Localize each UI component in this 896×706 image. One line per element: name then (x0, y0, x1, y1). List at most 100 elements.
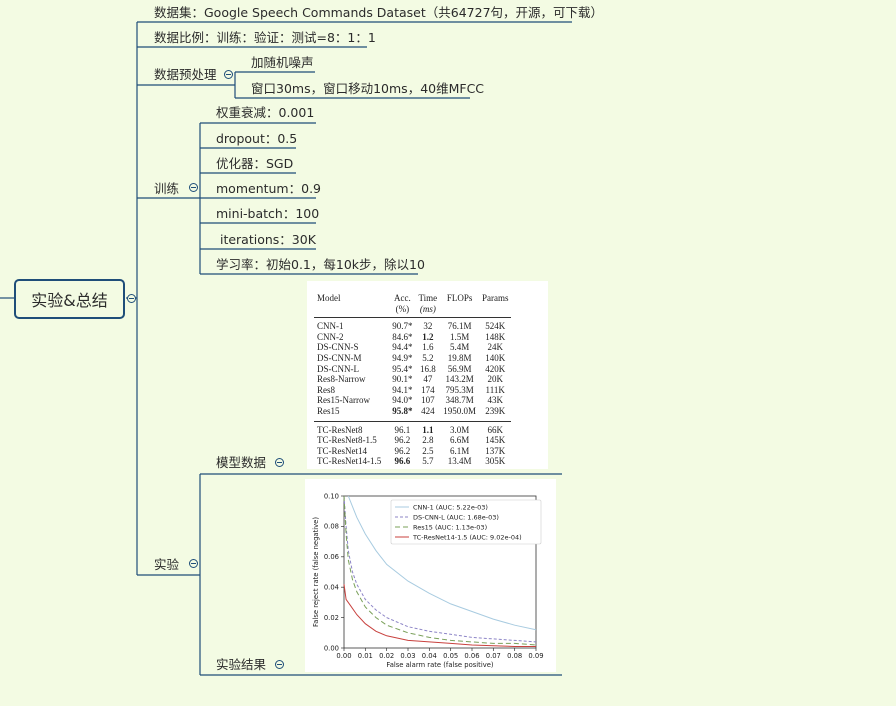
x-tick-label: 0.02 (379, 652, 394, 660)
collapse-model-data-icon[interactable] (275, 458, 284, 467)
roc-chart: 0.00 0.01 0.02 0.03 0.04 0.05 0.06 0.07 0.08 0.09… (312, 492, 544, 669)
table-cell: 2.5 (422, 445, 434, 456)
table-cell: 5.7 (422, 456, 434, 467)
table-cell: 96.2 (394, 435, 411, 446)
x-tick-label: 0.09 (528, 652, 543, 660)
collapse-experiment-icon[interactable] (189, 559, 198, 568)
table-row: CNN-2 84.6* 1.2 1.5M 148K (314, 332, 511, 343)
y-tick-label: 0.10 (324, 492, 339, 500)
table-cell: 96.1 (389, 420, 416, 436)
table-cell: 6.1M (449, 445, 470, 456)
table-row: DS-CNN-L 95.4* 16.8 56.9M 420K (314, 364, 511, 375)
table-cell: 16.8 (419, 363, 436, 374)
table-cell: 66K (478, 420, 512, 436)
table-cell: 94.4* (392, 342, 413, 353)
table-cell: 348.7M (445, 395, 474, 406)
table-cell: 96.2 (394, 445, 411, 456)
root-node[interactable]: 实验&总结 (14, 279, 125, 319)
model-table-image: Model Acc. (%) Time (ms) FLOPs Params CNN-1 90.… (307, 281, 548, 469)
table-cell: 84.6* (392, 331, 413, 342)
table-cell: Res15 (317, 405, 340, 416)
table-cell: 24K (487, 342, 503, 353)
table-cell: 1.5M (449, 331, 470, 342)
table-cell: 3.0M (440, 420, 479, 436)
table-header-cell: Acc. (%) (394, 293, 411, 314)
node-preprocess-mfcc[interactable]: 窗口30ms，窗口移动10ms，40维MFCC (251, 81, 484, 97)
y-tick-label: 0.06 (324, 553, 339, 561)
node-weight-decay[interactable]: 权重衰减：0.001 (216, 105, 314, 121)
table-cell: 90.7* (389, 317, 416, 332)
table-cell: 524K (478, 317, 512, 332)
table-cell: TC-ResNet8-1.5 (317, 435, 377, 446)
node-momentum[interactable]: momentum：0.9 (216, 181, 321, 197)
node-experiment[interactable]: 实验 (154, 557, 179, 573)
table-cell: 1.1 (415, 420, 441, 436)
table-cell: 239K (485, 405, 506, 416)
node-model-data[interactable]: 模型数据 (216, 455, 266, 471)
table-cell: 107 (421, 395, 435, 406)
x-axis-label: False alarm rate (false positive) (386, 661, 494, 669)
table-cell: 94.9* (392, 352, 413, 363)
node-results[interactable]: 实验结果 (216, 657, 266, 673)
legend-label-1: DS-CNN-L (AUC: 1.68e-03) (413, 513, 499, 521)
table-cell: 20K (487, 374, 503, 385)
node-optimizer[interactable]: 优化器：SGD (216, 156, 293, 172)
roc-chart-image: 0.00 0.01 0.02 0.03 0.04 0.05 0.06 0.07 0.08 0.09… (305, 479, 556, 672)
table-cell: 13.4M (447, 456, 472, 467)
table-cell: 94.0* (392, 395, 413, 406)
node-learning-rate[interactable]: 学习率：初始0.1，每10k步，除以10 (216, 257, 425, 273)
table-cell: 5.2 (422, 352, 434, 363)
node-dropout[interactable]: dropout：0.5 (216, 131, 297, 147)
collapse-root-icon[interactable] (127, 294, 136, 303)
table-cell: Res8-Narrow (317, 374, 366, 385)
table-cell: DS-CNN-M (317, 352, 362, 363)
table-row: TC-ResNet8-1.5 96.2 2.8 6.6M 145K (314, 435, 511, 446)
node-training[interactable]: 训练 (154, 181, 179, 197)
table-cell: DS-CNN-L (317, 363, 359, 374)
x-tick-label: 0.05 (443, 652, 458, 660)
table-header-cell: Model (317, 293, 341, 303)
table-cell: 1.2 (422, 331, 434, 342)
table-cell: 5.4M (449, 342, 470, 353)
table-row: DS-CNN-M 94.9* 5.2 19.8M 140K (314, 353, 511, 364)
table-row: Res15-Narrow 94.0* 107 348.7M 43K (314, 395, 511, 406)
collapse-training-icon[interactable] (189, 183, 198, 192)
table-cell: 19.8M (447, 352, 472, 363)
y-tick-label: 0.02 (324, 614, 339, 622)
table-cell: 56.9M (447, 363, 472, 374)
table-cell: 32 (415, 317, 441, 332)
table-cell: 137K (485, 445, 506, 456)
table-cell: Res8 (317, 384, 335, 395)
node-iterations[interactable]: iterations：30K (216, 232, 316, 248)
table-cell: 148K (485, 331, 506, 342)
node-preprocess[interactable]: 数据预处理 (154, 67, 217, 83)
node-preprocess-noise[interactable]: 加随机噪声 (251, 55, 314, 71)
legend-label-0: CNN-1 (AUC: 5.22e-03) (413, 503, 488, 511)
table-cell: 140K (485, 352, 506, 363)
model-table: Model Acc. (%) Time (ms) FLOPs Params CNN-1 90.… (314, 293, 512, 467)
node-split[interactable]: 数据比例：训练：验证：测试=8：1：1 (154, 30, 376, 46)
node-mini-batch[interactable]: mini-batch：100 (216, 206, 319, 222)
collapse-results-icon[interactable] (275, 660, 284, 669)
table-cell: 174 (421, 384, 435, 395)
x-tick-label: 0.08 (507, 652, 522, 660)
table-cell: 111K (485, 384, 505, 395)
table-cell: Res15-Narrow (317, 395, 370, 406)
node-dataset[interactable]: 数据集：Google Speech Commands Dataset（共6472… (154, 5, 603, 21)
table-cell: 90.1* (392, 374, 413, 385)
y-tick-label: 0.04 (324, 584, 339, 592)
table-cell: 1950.0M (443, 405, 476, 416)
table-row: Res15 95.8* 424 1950.0M 239K (314, 406, 511, 417)
table-cell: CNN-2 (317, 331, 344, 342)
table-row: TC-ResNet14 96.2 2.5 6.1M 137K (314, 446, 511, 457)
collapse-preprocess-icon[interactable] (224, 70, 233, 79)
x-tick-label: 0.00 (336, 652, 351, 660)
table-cell: 94.1* (392, 384, 413, 395)
table-cell: 143.2M (445, 374, 474, 385)
table-cell: 95.8* (392, 405, 413, 416)
table-cell: DS-CNN-S (317, 342, 359, 353)
x-tick-label: 0.01 (358, 652, 373, 660)
y-axis-label: False reject rate (false negative) (312, 517, 320, 627)
table-row: DS-CNN-S 94.4* 1.6 5.4M 24K (314, 342, 511, 353)
x-tick-label: 0.04 (422, 652, 437, 660)
